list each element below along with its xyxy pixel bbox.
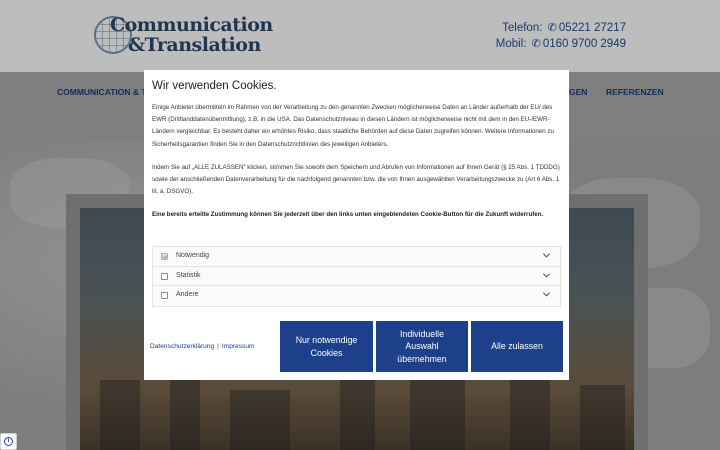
info-paragraph-consent: Indem Sie auf „ALLE ZULASSEN“ klicken, s… [152, 164, 560, 196]
info-paragraph-revoke: Eine bereits erteilte Zustimmung können … [152, 211, 544, 218]
imprint-link[interactable]: Impressum [222, 343, 255, 350]
cookie-consent-dialog: Wir verwenden Cookies. Einige Anbieter ü… [144, 70, 569, 380]
category-row-notwendig[interactable]: Notwendig [153, 247, 560, 267]
legal-links: Datenschutzerklärung | Impressum [150, 343, 254, 350]
accept-necessary-button[interactable]: Nur notwendige Cookies [280, 321, 373, 372]
link-separator: | [217, 343, 219, 350]
accept-all-button[interactable]: Alle zulassen [471, 321, 563, 372]
dialog-title: Wir verwenden Cookies. [152, 80, 277, 92]
save-individual-selection-button[interactable]: Individuelle Auswahl übernehmen [376, 321, 468, 372]
privacy-policy-link[interactable]: Datenschutzerklärung [150, 343, 214, 350]
chevron-down-icon[interactable] [542, 290, 551, 299]
category-row-andere[interactable]: Andere [153, 286, 560, 306]
category-label: Notwendig [176, 252, 210, 259]
checkbox-andere[interactable] [161, 292, 168, 299]
cookie-settings-button[interactable]: i [0, 433, 17, 450]
cookie-category-list: Notwendig Statistik Andere [152, 246, 561, 307]
checkbox-notwendig [161, 253, 168, 260]
info-paragraph-transfer: Einige Anbieter übermitteln im Rahmen vo… [152, 104, 554, 148]
modal-overlay: Wir verwenden Cookies. Einige Anbieter ü… [0, 0, 720, 450]
cookie-settings-icon: i [4, 437, 13, 446]
checkbox-statistik[interactable] [161, 272, 168, 280]
chevron-down-icon[interactable] [542, 271, 551, 280]
category-label: Andere [176, 291, 199, 298]
category-row-statistik[interactable]: Statistik [153, 266, 560, 286]
category-label: Statistik [176, 271, 201, 279]
chevron-down-icon[interactable] [542, 251, 551, 260]
